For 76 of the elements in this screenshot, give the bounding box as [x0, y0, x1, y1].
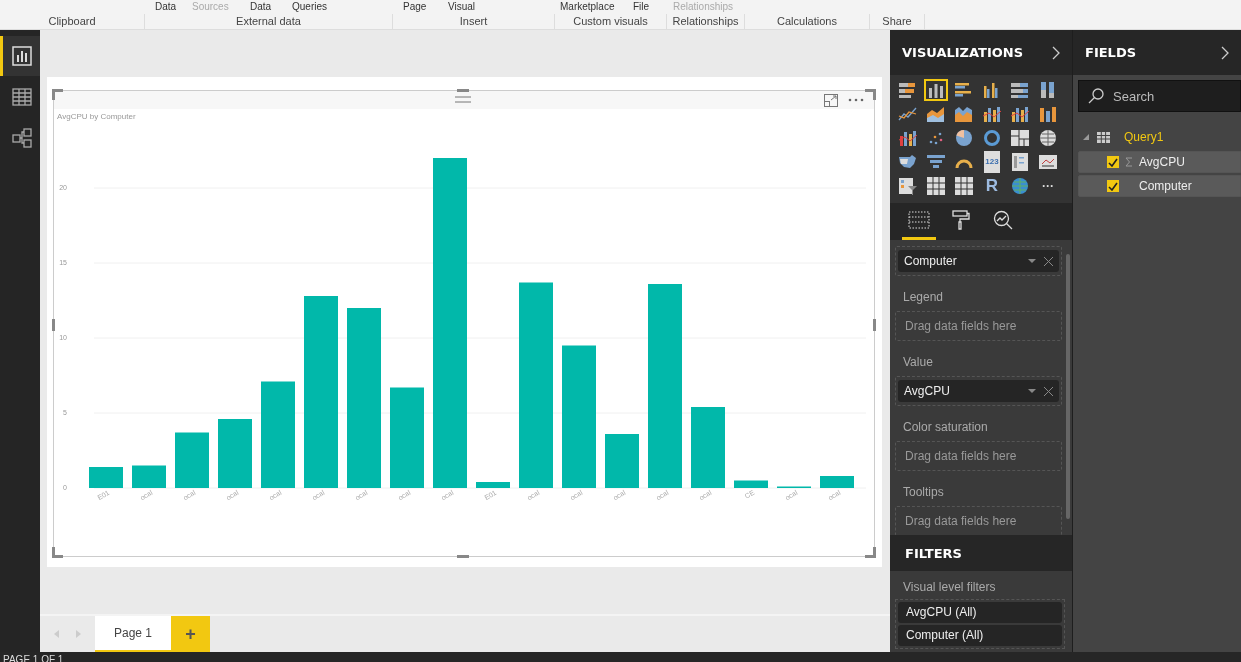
ribbon-command[interactable]: Queries — [292, 1, 327, 12]
checkbox[interactable] — [1107, 156, 1119, 168]
ribbon-group-label: Relationships — [672, 15, 739, 27]
scrollbar-thumb[interactable] — [1066, 254, 1070, 519]
search-field[interactable]: Search — [1078, 80, 1241, 112]
field-row[interactable]: AvgCPU — [1078, 151, 1241, 173]
remove-icon[interactable] — [1044, 386, 1053, 396]
dropdown-caret-icon[interactable] — [1028, 389, 1036, 393]
search-icon — [1088, 88, 1104, 104]
ribbon-command[interactable]: File — [633, 1, 650, 12]
resize-handle[interactable] — [52, 547, 63, 558]
add-page-button[interactable]: + — [171, 616, 210, 652]
focus-mode-icon[interactable] — [824, 93, 838, 107]
checkbox[interactable] — [1107, 180, 1119, 192]
resize-handle[interactable] — [873, 319, 876, 331]
resize-handle[interactable] — [457, 555, 469, 558]
well-label: Value — [902, 354, 934, 371]
magnifier-chart-icon — [993, 210, 1013, 230]
field-name: Computer — [1139, 179, 1192, 193]
field-name: AvgCPU — [1139, 155, 1185, 169]
slicer-icon[interactable] — [896, 175, 920, 197]
ribbon-command[interactable]: Visual — [448, 1, 476, 12]
filter-section-label: Visual level filters — [902, 579, 997, 596]
resize-handle[interactable] — [52, 89, 63, 100]
dotted-table-icon — [908, 211, 930, 229]
ribbon-group-label: External data — [236, 15, 301, 27]
ribbon-group-label: Calculations — [777, 15, 837, 27]
chart-title: AvgCPU by Computer — [57, 112, 136, 121]
stacked-column-icon[interactable] — [924, 79, 948, 101]
field-name: Computer — [904, 254, 958, 268]
panel-title: FILTERS — [905, 545, 962, 561]
table-grid-icon — [11, 87, 32, 107]
field-row[interactable]: Computer — [1078, 175, 1241, 197]
table-icon[interactable] — [924, 175, 948, 197]
ribbon-command[interactable]: Page — [403, 1, 427, 12]
ribbon-group-label: Custom visuals — [573, 15, 648, 27]
drop-placeholder: Drag data fields here — [904, 449, 1017, 463]
resize-handle[interactable] — [457, 89, 469, 92]
treemap-icon[interactable] — [1008, 127, 1032, 149]
resize-handle[interactable] — [865, 89, 876, 100]
page-tab[interactable]: Page 1 — [95, 616, 171, 652]
table-icon — [1097, 131, 1110, 143]
ribbon-command[interactable]: Data — [250, 1, 272, 12]
drop-well[interactable]: Drag data fields here — [895, 311, 1062, 341]
ribbon-group-label: Insert — [459, 15, 488, 27]
resize-handle[interactable] — [52, 319, 55, 331]
filter-card[interactable]: Computer (All) — [898, 625, 1062, 646]
well-label: Legend — [902, 289, 945, 306]
drop-well[interactable]: Drag data fields here — [895, 441, 1062, 471]
well-label: Color saturation — [902, 419, 989, 436]
remove-icon[interactable] — [1044, 256, 1053, 266]
panel-title: FIELDS — [1085, 45, 1137, 60]
expand-triangle-icon[interactable] — [1083, 134, 1089, 140]
collapse-icon[interactable] — [1221, 45, 1229, 60]
paint-roller-icon — [952, 210, 970, 230]
resize-handle[interactable] — [865, 547, 876, 558]
table-name[interactable]: Query1 — [1124, 130, 1164, 144]
diagram-icon — [11, 128, 32, 148]
panel-title: VISUALIZATIONS — [902, 45, 1024, 60]
report-view-button[interactable] — [0, 36, 40, 76]
field-name: AvgCPU — [904, 384, 951, 398]
ribbon-command[interactable]: Data — [155, 1, 177, 12]
matrix-icon[interactable] — [952, 175, 976, 197]
dropdown-caret-icon[interactable] — [1028, 259, 1036, 263]
more-options-icon[interactable] — [848, 98, 864, 102]
drop-placeholder: Drag data fields here — [904, 514, 1017, 528]
bar-chart-icon — [11, 46, 32, 66]
collapse-icon[interactable] — [1052, 45, 1060, 60]
ribbon-group-label: Clipboard — [48, 15, 96, 27]
drop-placeholder: Drag data fields here — [904, 319, 1017, 333]
well-label: Tooltips — [902, 484, 945, 501]
drag-handle-icon[interactable] — [455, 96, 471, 103]
ribbon-group-label: Share — [882, 15, 912, 27]
sum-icon — [1125, 157, 1133, 167]
filter-card[interactable]: AvgCPU (All) — [898, 602, 1062, 623]
ribbon-command[interactable]: Marketplace — [560, 1, 615, 12]
